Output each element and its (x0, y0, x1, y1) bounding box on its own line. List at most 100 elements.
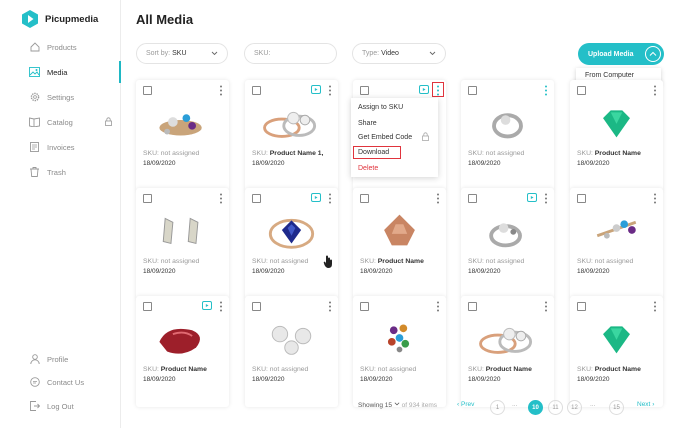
sidebar-item-products[interactable]: Products (0, 36, 121, 58)
more-options-icon[interactable] (652, 193, 658, 204)
media-thumbnail[interactable] (144, 98, 221, 144)
more-options-icon[interactable] (327, 193, 333, 204)
media-card[interactable]: SKU: not assigned 18/09/2020 (136, 188, 229, 299)
select-checkbox[interactable] (468, 86, 477, 95)
sidebar-item-logout[interactable]: Log Out (0, 395, 121, 417)
menu-download[interactable]: Download (358, 149, 389, 156)
page-button[interactable]: 12 (567, 400, 582, 415)
media-thumbnail[interactable] (469, 206, 546, 252)
upload-label: Upload Media (588, 50, 634, 58)
select-checkbox[interactable] (468, 302, 477, 311)
media-card[interactable]: SKU: Product Name 1, 18/09/2020 (245, 80, 338, 191)
sidebar-item-profile[interactable]: Profile (0, 348, 121, 370)
chevron-left-icon: ‹ (457, 401, 460, 408)
app-logo[interactable]: Picupmedia (22, 10, 98, 28)
media-thumbnail[interactable] (253, 206, 330, 252)
more-options-icon[interactable] (218, 193, 224, 204)
media-thumbnail[interactable] (578, 98, 655, 144)
more-options-icon[interactable] (435, 301, 441, 312)
page-ellipsis: ... (512, 401, 518, 408)
sidebar-item-settings[interactable]: Settings (0, 86, 121, 108)
media-card[interactable]: SKU: not assigned 18/09/2020 (136, 80, 229, 191)
select-checkbox[interactable] (143, 194, 152, 203)
more-options-icon[interactable] (327, 85, 333, 96)
more-options-icon[interactable] (543, 301, 549, 312)
menu-delete[interactable]: Delete (358, 165, 378, 172)
page-button[interactable]: 10 (528, 400, 543, 415)
media-card[interactable]: SKU: Product Name 18/09/2020 (353, 188, 446, 299)
select-checkbox[interactable] (143, 302, 152, 311)
sidebar-item-catalog[interactable]: Catalog (0, 111, 121, 133)
more-options-icon[interactable] (652, 85, 658, 96)
select-checkbox[interactable] (468, 194, 477, 203)
media-thumbnail[interactable] (578, 206, 655, 252)
sidebar-item-invoices[interactable]: Invoices (0, 136, 121, 158)
media-card[interactable]: SKU: not assigned 18/09/2020 (570, 188, 663, 299)
more-options-icon[interactable] (652, 301, 658, 312)
menu-share[interactable]: Share (358, 120, 377, 127)
video-badge-icon (311, 85, 321, 94)
media-thumbnail[interactable] (253, 314, 330, 360)
media-date: 18/09/2020 (360, 376, 393, 383)
select-checkbox[interactable] (577, 302, 586, 311)
more-options-icon[interactable] (543, 85, 549, 96)
select-checkbox[interactable] (252, 86, 261, 95)
media-thumbnail[interactable] (578, 314, 655, 360)
sku-search-input[interactable]: SKU: (244, 43, 337, 64)
sort-dropdown[interactable]: Sort by: SKU (136, 43, 228, 64)
more-options-icon[interactable] (435, 193, 441, 204)
select-checkbox[interactable] (360, 194, 369, 203)
page-button[interactable]: 15 (609, 400, 624, 415)
sku-label: SKU: (252, 258, 268, 265)
sidebar-item-media[interactable]: Media (0, 61, 121, 83)
media-thumbnail[interactable] (361, 314, 438, 360)
page-button[interactable]: 11 (548, 400, 563, 415)
media-card[interactable]: SKU: not assigned 18/09/2020 (245, 296, 338, 407)
select-checkbox[interactable] (360, 86, 369, 95)
logout-icon (29, 401, 40, 412)
media-card[interactable]: SKU: Product Name 18/09/2020 (570, 296, 663, 407)
media-card[interactable]: SKU: not assigned 18/09/2020 (461, 80, 554, 191)
sidebar-item-trash[interactable]: Trash (0, 161, 121, 183)
invoice-icon (29, 142, 40, 153)
sku-text: SKU: not assigned (143, 150, 199, 157)
media-card[interactable]: SKU: not assigned 18/09/2020 (461, 188, 554, 299)
media-card[interactable]: SKU: not assigned 18/09/2020 (245, 188, 338, 299)
sidebar-item-contact[interactable]: Contact Us (0, 371, 121, 393)
menu-assign-sku[interactable]: Assign to SKU (358, 104, 403, 111)
prev-button[interactable]: ‹ Prev (457, 401, 474, 408)
more-options-icon[interactable] (218, 301, 224, 312)
select-checkbox[interactable] (360, 302, 369, 311)
media-date: 18/09/2020 (468, 376, 501, 383)
more-options-icon[interactable] (218, 85, 224, 96)
media-thumbnail[interactable] (361, 206, 438, 252)
chevron-up-icon[interactable] (645, 46, 661, 62)
type-dropdown[interactable]: Type: Video (352, 43, 446, 64)
media-thumbnail[interactable] (144, 314, 221, 360)
showing-count[interactable]: Showing 15 of 934 items (358, 401, 437, 409)
media-card[interactable]: SKU: Product Name 18/09/2020 (570, 80, 663, 191)
media-date: 18/09/2020 (143, 376, 176, 383)
media-thumbnail[interactable] (469, 314, 546, 360)
select-checkbox[interactable] (143, 86, 152, 95)
media-card[interactable]: SKU: not assigned 18/09/2020 (353, 296, 446, 407)
select-checkbox[interactable] (252, 194, 261, 203)
showing-select[interactable]: Showing 15 (358, 402, 392, 409)
media-thumbnail[interactable] (144, 206, 221, 252)
select-checkbox[interactable] (577, 86, 586, 95)
more-options-icon[interactable] (327, 301, 333, 312)
more-options-icon[interactable] (543, 193, 549, 204)
page-button[interactable]: 1 (490, 400, 505, 415)
media-card[interactable]: SKU: Product Name 18/09/2020 (136, 296, 229, 407)
media-card[interactable]: SKU: Product Name 18/09/2020 (461, 296, 554, 407)
sidebar-item-label: Settings (47, 92, 75, 102)
select-checkbox[interactable] (252, 302, 261, 311)
upload-media-button[interactable]: Upload Media (578, 43, 664, 65)
select-checkbox[interactable] (577, 194, 586, 203)
next-button[interactable]: Next › (637, 401, 654, 408)
media-thumbnail[interactable] (469, 98, 546, 144)
menu-embed-code[interactable]: Get Embed Code (358, 134, 412, 141)
app-name: Picupmedia (45, 13, 99, 25)
type-prefix: Type: (362, 50, 380, 57)
media-thumbnail[interactable] (253, 98, 330, 144)
